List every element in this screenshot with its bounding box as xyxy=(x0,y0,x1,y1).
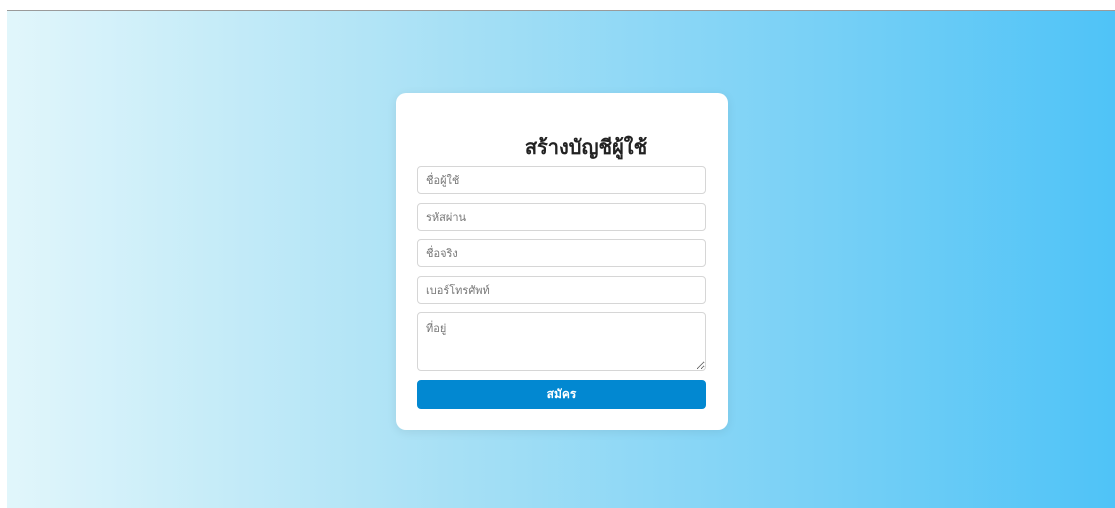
form-title: สร้างบัญชีผู้ใช้ xyxy=(524,135,648,159)
register-card: สร้างบัญชีผู้ใช้ สมัคร xyxy=(396,93,728,430)
phone-input[interactable] xyxy=(417,276,706,304)
address-textarea[interactable] xyxy=(417,312,706,371)
fullname-input[interactable] xyxy=(417,239,706,267)
page-background: สร้างบัญชีผู้ใช้ สมัคร xyxy=(7,10,1115,508)
username-input[interactable] xyxy=(417,166,706,194)
password-input[interactable] xyxy=(417,203,706,231)
register-button[interactable]: สมัคร xyxy=(417,380,706,409)
